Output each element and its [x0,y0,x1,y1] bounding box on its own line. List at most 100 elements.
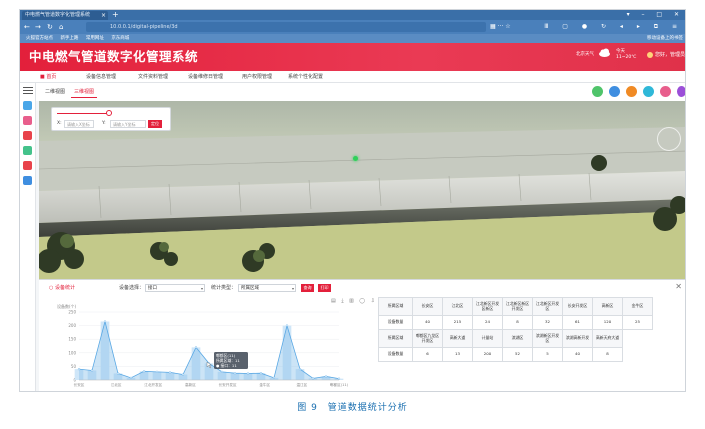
zoom-slider-handle[interactable] [106,110,112,116]
close-icon[interactable]: ✕ [675,282,682,292]
browser-tab[interactable]: 中电燃气管道数字化管理系统 × [22,11,108,20]
y-coordinate-input[interactable]: 请输入Y坐标 [110,120,146,128]
menu-home[interactable]: ■ 首页 [40,71,56,83]
weather-temp: 今天 11~20℃ [616,49,636,61]
table-header-cell: 高新大道 [442,329,473,348]
menu-maintenance[interactable]: 设备维修日管理 [188,71,223,83]
table-cell: 24 [472,315,503,330]
table-cell: 52 [502,347,533,362]
y-label: Y: [102,121,106,126]
stat-type-select[interactable]: 所属区域 ▾ [238,284,296,292]
location-icon[interactable] [660,86,671,97]
reset-icon[interactable] [626,86,637,97]
locate-button[interactable]: 定位 [148,120,162,128]
query-button[interactable]: 查询 [301,284,314,292]
new-tab-icon[interactable]: + [112,10,119,20]
table-header-cell: 江北新区开发区新区 [472,297,503,316]
x-coordinate-input[interactable]: 请输入X坐标 [64,120,94,128]
table-header-cell: 郫都区九龙区开发区 [412,329,443,348]
bookmark-item[interactable]: 京东商城 [111,36,129,41]
zoom-slider-track[interactable] [57,113,107,114]
zoom-in-icon[interactable] [592,86,603,97]
app-header: 中电燃气管道数字化管理系统 北京天气 今天 11~20℃ 您好，管理员 [20,43,685,71]
table-header-cell: 江北新区开发区 [532,297,563,316]
location-marker[interactable] [353,156,358,161]
bookmark-item[interactable]: 新手上路 [60,36,78,41]
page-actions[interactable]: ▦ ··· ☆ [490,22,511,32]
mobile-bookmarks[interactable]: 移动设备上的书签 [647,34,683,43]
table-row: 所属区域 郫都区九龙区开发区 高新大道 计量站 滨湖区 滨湖新区开发区 滨湖高新开发 高新天府… [378,329,653,348]
data-point [103,320,107,323]
home-icon[interactable]: ⌂ [59,22,63,32]
menu-files[interactable]: 文件资料管理 [138,71,168,83]
forward-icon[interactable]: → [35,22,41,32]
table-header-cell: 计量站 [472,329,503,348]
bookmark-item[interactable]: 常用网址 [86,36,104,41]
tab-3d-view[interactable]: 三维视图 [71,87,98,98]
device-select-value: 接口 [148,286,157,291]
x-tick-label: 长安区 [74,382,85,387]
table-cell: 25 [622,315,653,330]
stats-table: 所属区域 长安区 江北区 江北新区开发区新区 江北新区新区开发区 江北新区开发区 长安开发区… [378,297,653,362]
avatar[interactable] [647,52,653,58]
x-label: X: [57,121,62,126]
window-controls[interactable]: ▾ – □ ✕ [627,10,684,20]
compass-icon[interactable] [657,127,681,151]
data-point [194,346,198,349]
tab-title: 中电燃气管道数字化管理系统 [25,12,91,18]
fullscreen-icon[interactable] [677,86,685,97]
print-button[interactable]: 打印 [318,284,331,292]
mark-tool-icon[interactable] [23,146,32,155]
data-point [129,376,133,379]
data-point [311,377,315,380]
table-cell: 13 [442,347,473,362]
data-point [285,324,289,327]
table-row: 设备数量 40 215 24 8 32 61 120 25 [378,315,653,330]
bookmarks-bar: 火狐官方站点 新手上路 常用网址 京东商城 移动设备上的书签 [20,34,685,43]
back-icon[interactable]: ← [24,22,30,32]
draw-tool-icon[interactable] [23,131,32,140]
toolbar-extensions[interactable]: Ⅲ ▢ ● ↻ ◂ ▸ ⧉ ≡ [544,22,683,32]
rotate-icon[interactable] [609,86,620,97]
x-tick-label: 金牛区 [259,382,270,387]
table-row-header: 所属区域 [378,329,413,348]
3d-scene[interactable]: X: 请输入X坐标 Y: 请输入Y坐标 定位 [39,101,685,279]
layers-icon[interactable] [643,86,654,97]
y-tick-label: 200 [68,323,76,328]
analysis-tool-icon[interactable] [23,161,32,170]
table-cell: 8 [592,347,623,362]
table-cell: 120 [592,315,623,330]
address-bar[interactable]: 10.0.0.1/digital-pipeline/3d [86,22,486,32]
table-cell: 5 [532,347,563,362]
menu-permissions[interactable]: 用户权限管理 [242,71,272,83]
weather-city: 北京天气 [576,52,594,57]
measure-tool-icon[interactable] [23,116,32,125]
table-header-cell: 金牛区 [622,297,653,316]
menu-settings[interactable]: 系统个性化配置 [288,71,323,83]
table-row: 所属区域 长安区 江北区 江北新区开发区新区 江北新区新区开发区 江北新区开发区 长安开发区… [378,297,653,316]
url-text: 10.0.0.1/digital-pipeline/3d [110,24,178,30]
bookmark-item[interactable]: 火狐官方站点 [26,36,53,41]
table-header-cell: 滨湖高新开发 [562,329,593,348]
tooltip-text: ● 接口：11 [216,363,237,368]
table-header-cell: 滨湖区 [502,329,533,348]
y-tick-label: 250 [68,310,76,315]
data-point [324,375,328,378]
user-name[interactable]: 您好，管理员 [655,51,685,58]
menu-toggle-icon[interactable] [23,87,33,94]
stats-tool-icon[interactable] [23,176,32,185]
tab-2d-view[interactable]: 二维视图 [42,87,68,97]
device-select[interactable]: 接口 ▾ [145,284,205,292]
table-header-cell: 长安区 [412,297,443,316]
y-tick-label: 50 [71,364,77,369]
close-icon[interactable]: × [101,11,106,20]
stat-type-label: 统计类型： [211,285,237,291]
data-point [259,372,263,375]
x-tick-label: 江北区 [111,382,122,387]
layer-tool-icon[interactable] [23,101,32,110]
menu-device-info[interactable]: 设备信息管理 [86,71,116,83]
reload-icon[interactable]: ↻ [47,22,53,32]
area-fill [79,321,339,380]
stats-title-text: 设备统计 [54,285,75,291]
table-cell: 8 [502,315,533,330]
